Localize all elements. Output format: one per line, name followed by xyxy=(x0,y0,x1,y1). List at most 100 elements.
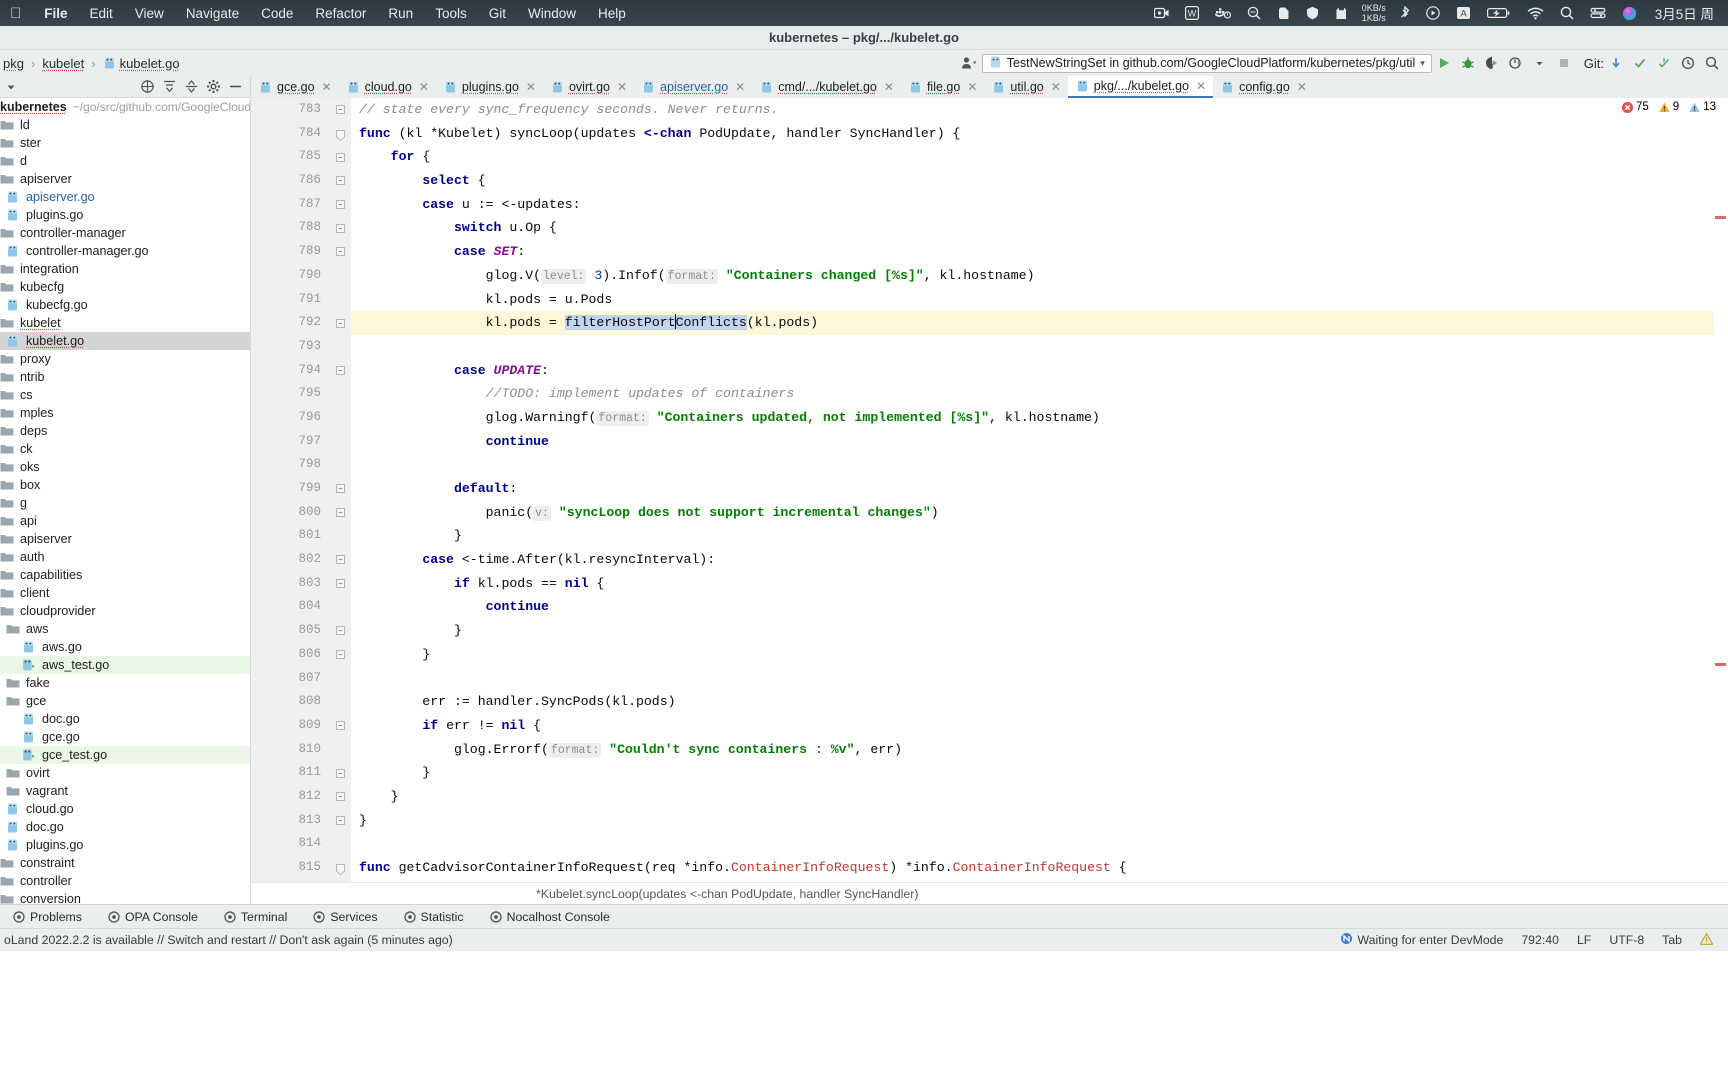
tree-item-auth[interactable]: auth xyxy=(0,548,250,566)
tree-item-kubecfg-go[interactable]: kubecfg.go xyxy=(0,296,250,314)
fold-marker-slot[interactable] xyxy=(329,880,351,882)
fold-collapse-icon[interactable] xyxy=(335,626,345,636)
fold-collapse-icon[interactable] xyxy=(335,200,345,210)
battery-charging-icon[interactable] xyxy=(1479,0,1519,26)
indent-setting[interactable]: Tab xyxy=(1653,933,1691,947)
tree-item-conversion[interactable]: conversion xyxy=(0,890,250,904)
fold-marker-slot[interactable] xyxy=(329,430,351,454)
tree-item-controller-manager[interactable]: controller-manager xyxy=(0,224,250,242)
tree-item-capabilities[interactable]: capabilities xyxy=(0,566,250,584)
breadcrumb-item-pkg[interactable]: pkg xyxy=(0,56,27,71)
tree-item-ck[interactable]: ck xyxy=(0,440,250,458)
fold-marker-slot[interactable] xyxy=(329,524,351,548)
editor-tab-pkg-----kubelet-go[interactable]: pkg/.../kubelet.go ✕ xyxy=(1067,75,1214,98)
fold-marker-slot[interactable] xyxy=(329,809,351,833)
history-icon[interactable] xyxy=(1676,52,1700,74)
bluetooth-icon[interactable] xyxy=(1392,0,1418,26)
menu-item-edit[interactable]: Edit xyxy=(79,6,124,21)
menu-item-view[interactable]: View xyxy=(124,6,175,21)
tool-window-terminal[interactable]: Terminal xyxy=(211,905,300,929)
fold-collapse-icon[interactable] xyxy=(335,365,345,375)
tree-item-cs[interactable]: cs xyxy=(0,386,250,404)
fold-collapse-icon[interactable] xyxy=(335,579,345,589)
wps-icon[interactable]: W xyxy=(1177,0,1207,26)
tree-item-client[interactable]: client xyxy=(0,584,250,602)
tree-item-apiserver[interactable]: apiserver xyxy=(0,530,250,548)
tree-item-plugins-go[interactable]: plugins.go xyxy=(0,206,250,224)
code-area[interactable]: 783 784 785 786 787 788 789 790 791 792 793 794 795 7… xyxy=(251,98,1728,882)
run-icon[interactable] xyxy=(1432,52,1456,74)
menu-item-file[interactable]: File xyxy=(33,6,78,21)
warning-count[interactable]: 9 xyxy=(1659,101,1679,113)
fold-marker-slot[interactable] xyxy=(329,832,351,856)
tree-item-kubelet-go[interactable]: kubelet.go xyxy=(0,332,250,350)
tree-item-doc-go[interactable]: doc.go xyxy=(0,710,250,728)
editor-tab-ovirt-go[interactable]: ovirt.go ✕ xyxy=(543,76,634,98)
fold-collapse-icon[interactable] xyxy=(335,508,345,518)
debug-icon[interactable] xyxy=(1456,52,1480,74)
tree-item-integration[interactable]: integration xyxy=(0,260,250,278)
fold-collapse-icon[interactable] xyxy=(335,555,345,565)
tree-item-ovirt[interactable]: ovirt xyxy=(0,764,250,782)
tree-item-apiserver-go[interactable]: apiserver.go xyxy=(0,188,250,206)
line-separator[interactable]: LF xyxy=(1568,933,1600,947)
project-root-row[interactable]: kubernetes ~/go/src/github.com/GoogleClo… xyxy=(0,98,250,116)
editor-tab-util-go[interactable]: util.go ✕ xyxy=(984,76,1067,98)
code-text[interactable]: // state every sync_frequency seconds. N… xyxy=(351,98,1714,882)
tool-window-problems[interactable]: Problems xyxy=(0,905,95,929)
close-icon[interactable]: ✕ xyxy=(735,80,745,94)
menu-item-refactor[interactable]: Refactor xyxy=(304,6,377,21)
profiler-icon[interactable] xyxy=(1504,52,1528,74)
shield-vpn-icon[interactable] xyxy=(1298,0,1327,26)
fold-marker-slot[interactable] xyxy=(329,98,351,122)
tool-window-opa-console[interactable]: OPA Console xyxy=(95,905,211,929)
tree-item-api[interactable]: api xyxy=(0,512,250,530)
input-source-A-icon[interactable]: A xyxy=(1448,0,1479,26)
fold-marker-slot[interactable] xyxy=(329,619,351,643)
caret-position[interactable]: 792:40 xyxy=(1512,933,1568,947)
fold-marker-slot[interactable] xyxy=(329,761,351,785)
tree-item-gce_test-go[interactable]: gce_test.go xyxy=(0,746,250,764)
docker-icon[interactable] xyxy=(1207,0,1239,26)
tree-item-aws-go[interactable]: aws.go xyxy=(0,638,250,656)
close-icon[interactable]: ✕ xyxy=(1196,79,1206,93)
hide-icon[interactable] xyxy=(224,77,246,97)
screen-record-icon[interactable] xyxy=(1146,0,1177,26)
menu-item-tools[interactable]: Tools xyxy=(424,6,478,21)
fold-collapse-icon[interactable] xyxy=(335,176,345,186)
fold-marker-slot[interactable] xyxy=(329,122,351,146)
cat-monitor-icon[interactable] xyxy=(1327,0,1356,26)
search-everywhere-icon[interactable] xyxy=(1700,52,1724,74)
close-icon[interactable]: ✕ xyxy=(526,80,536,94)
fold-collapse-icon[interactable] xyxy=(335,792,345,802)
menu-item-git[interactable]: Git xyxy=(478,6,517,21)
close-icon[interactable]: ✕ xyxy=(967,80,977,94)
profiler-dropdown-icon[interactable] xyxy=(1528,52,1552,74)
breadcrumb-item-kubelet-go[interactable]: kubelet.go xyxy=(100,56,183,71)
weak-warning-count[interactable]: 13 xyxy=(1689,101,1716,113)
fold-collapse-icon[interactable] xyxy=(335,105,345,115)
fold-marker-slot[interactable] xyxy=(329,595,351,619)
evernote-icon[interactable] xyxy=(1269,0,1298,26)
fold-marker-slot[interactable] xyxy=(329,335,351,359)
fold-marker-slot[interactable] xyxy=(329,572,351,596)
menu-item-help[interactable]: Help xyxy=(587,6,637,21)
run-with-coverage-icon[interactable] xyxy=(1480,52,1504,74)
fold-marker-slot[interactable] xyxy=(329,548,351,572)
fold-collapse-icon[interactable] xyxy=(335,721,345,731)
tree-item-cloudprovider[interactable]: cloudprovider xyxy=(0,602,250,620)
wifi-icon[interactable] xyxy=(1519,0,1552,26)
devmode-status[interactable]: Waiting for enter DevMode xyxy=(1331,932,1513,948)
vcs-user-icon[interactable] xyxy=(958,52,982,74)
editor-tab-file-go[interactable]: file.go ✕ xyxy=(901,76,984,98)
fold-collapse-icon[interactable] xyxy=(335,318,345,328)
fold-marker-slot[interactable] xyxy=(329,785,351,809)
tree-item-cloud-go[interactable]: cloud.go xyxy=(0,800,250,818)
tree-item-kubecfg[interactable]: kubecfg xyxy=(0,278,250,296)
tree-item-aws_test-go[interactable]: aws_test.go xyxy=(0,656,250,674)
menubar-clock[interactable]: 3月5日 周 xyxy=(1645,3,1720,23)
fold-marker-slot[interactable] xyxy=(329,856,351,880)
play-circle-icon[interactable] xyxy=(1418,0,1448,26)
breadcrumb-item-kubelet[interactable]: kubelet xyxy=(39,56,87,71)
fold-collapse-icon[interactable] xyxy=(335,484,345,494)
